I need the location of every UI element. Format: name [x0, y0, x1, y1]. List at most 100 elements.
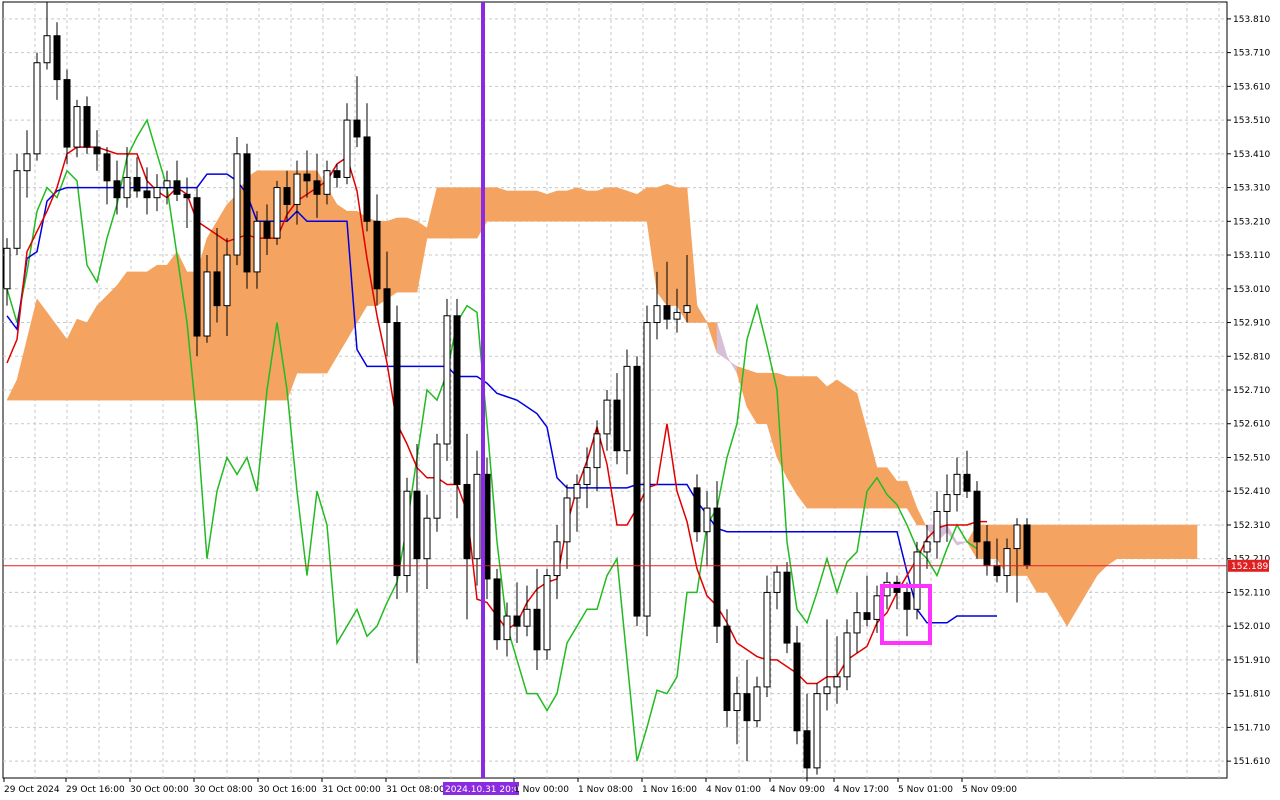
x-tick-label: 30 Oct 00:00	[130, 785, 189, 795]
cloud-segment-bull	[436, 187, 448, 239]
candle-bear	[333, 170, 341, 178]
candle-bear	[93, 146, 101, 155]
cloud-segment-bull	[556, 190, 568, 222]
candle-bear	[63, 79, 71, 148]
y-tick-label: 152.910	[1233, 319, 1270, 329]
y-tick-label: 152.710	[1233, 386, 1270, 396]
cloud-segment-bull	[126, 271, 138, 401]
ichimoku-chart[interactable]: 153.810 153.710 153.610 153.510 153.410 153.3…	[0, 0, 1280, 800]
y-tick-label: 152.410	[1233, 487, 1270, 497]
x-tick-label: 1 Nov 16:00	[642, 785, 697, 795]
candle-bear	[193, 197, 201, 337]
cloud-segment-bull	[486, 187, 498, 222]
candle-bear	[413, 490, 421, 560]
candle-bear	[363, 136, 371, 222]
cloud-segment-bull	[506, 190, 518, 222]
cloud-segment-bull	[756, 372, 768, 424]
cloud-segment-bull	[576, 187, 588, 222]
candle-bear	[373, 220, 381, 290]
cloud-segment-bull	[1136, 524, 1148, 559]
candle-bull	[763, 591, 771, 688]
candle-bear	[173, 180, 181, 195]
candle-bull	[273, 187, 281, 239]
candle-bull	[543, 575, 551, 651]
y-tick-label: 152.510	[1233, 453, 1270, 463]
candle-bear	[903, 591, 911, 610]
candle-bull	[443, 315, 451, 445]
candle-bear	[863, 612, 871, 620]
candle-bear	[973, 490, 981, 543]
y-tick-label: 152.110	[1233, 588, 1270, 598]
candle-bull	[23, 153, 31, 172]
candle-bear	[533, 608, 541, 651]
cloud-segment-bull	[1186, 524, 1198, 559]
y-tick-label: 151.710	[1233, 723, 1270, 733]
candle-bull	[923, 541, 931, 553]
candle-bull	[223, 254, 231, 307]
candle-bear	[513, 615, 521, 627]
cloud-segment-bull	[316, 169, 328, 374]
candle-bull	[813, 693, 821, 769]
candle-bear	[493, 578, 501, 641]
y-tick-label: 151.910	[1233, 656, 1270, 666]
cloud-segment-bull	[146, 264, 158, 401]
cloud-segment-bull	[826, 379, 838, 509]
candle-bear	[303, 173, 311, 182]
cloud-segment-bull	[76, 318, 88, 401]
cloud-segment-bull	[816, 375, 828, 509]
candle-bear	[743, 693, 751, 722]
candle-bull	[293, 173, 301, 205]
cloud-segment-bull	[536, 190, 548, 222]
cloud-segment-bull	[1126, 524, 1138, 559]
candle-bull	[873, 595, 881, 620]
candle-bull	[1003, 548, 1011, 577]
candle-bull	[473, 473, 481, 560]
candle-bull	[233, 153, 241, 256]
cloud-segment-bull	[626, 190, 638, 222]
cloud-segment-bull	[56, 325, 68, 401]
cloud-segment-bull	[876, 467, 888, 509]
cloud-segment-bull	[336, 203, 348, 358]
cloud-segment-bull	[496, 187, 508, 222]
cloud-segment-bull	[326, 186, 338, 375]
candle-bear	[143, 190, 151, 199]
cloud-segment-bull	[106, 284, 118, 401]
cloud-segment-bull	[46, 311, 58, 401]
candle-bull	[163, 180, 171, 189]
candle-bull	[73, 106, 81, 148]
y-tick-label: 153.410	[1233, 150, 1270, 160]
x-tick-label: 30 Oct 08:00	[194, 785, 253, 795]
cloud-segment-bull	[586, 190, 598, 222]
candle-bear	[213, 271, 221, 307]
candle-bear	[83, 106, 91, 148]
cloud-segment-bull	[1146, 524, 1158, 559]
cloud-segment-bull	[1036, 524, 1048, 593]
cloud-segment-bull	[1066, 524, 1078, 628]
cloud-segment-bull	[596, 187, 608, 222]
x-tick-label: 30 Oct 16:00	[258, 785, 317, 795]
cloud-segment-bull	[1106, 524, 1118, 566]
candle-bull	[123, 176, 131, 199]
cloud-segment-bull	[846, 386, 858, 509]
y-tick-label: 153.610	[1233, 82, 1270, 92]
candle-bull	[593, 433, 601, 469]
candle-bull	[773, 571, 781, 593]
candle-bear	[963, 473, 971, 492]
cloud-segment-bull	[86, 304, 98, 401]
y-tick-label: 153.210	[1233, 217, 1270, 227]
cloud-segment-bull	[566, 187, 578, 222]
y-tick-label: 152.810	[1233, 352, 1270, 362]
candle-bear	[313, 180, 321, 195]
cloud-segment-bull	[156, 264, 168, 401]
cloud-segment-bull	[346, 210, 358, 341]
candle-bear	[803, 730, 811, 769]
candle-bear	[243, 153, 251, 273]
y-tick-label: 153.810	[1233, 15, 1270, 25]
candle-bull	[953, 473, 961, 496]
candle-bear	[713, 507, 721, 627]
candle-bull	[403, 490, 411, 577]
candle-bull	[643, 322, 651, 617]
candle-bull	[573, 483, 581, 499]
candle-bull	[843, 632, 851, 678]
candle-bear	[103, 153, 111, 182]
